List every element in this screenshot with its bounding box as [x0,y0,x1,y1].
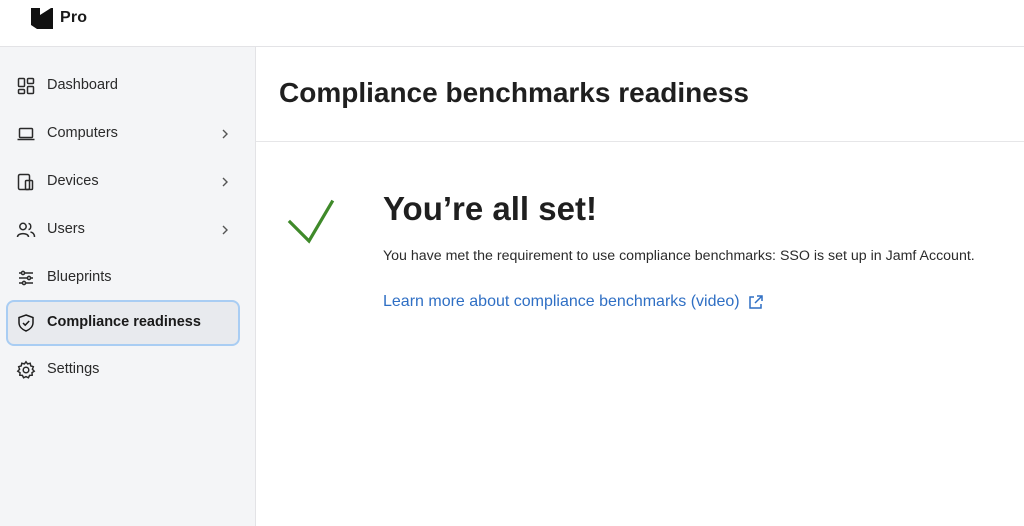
sidebar-item-label: Dashboard [47,77,118,93]
product-name: Pro [60,9,88,26]
users-icon [16,222,36,238]
sidebar-item-label: Settings [47,361,100,377]
sidebar-item-label: Users [47,221,85,237]
learn-more-link[interactable]: Learn more about compliance benchmarks (… [383,293,764,311]
sidebar-item-users[interactable]: Users [6,207,240,253]
chevron-right-icon [222,177,228,187]
laptop-icon [17,127,35,141]
chevron-right-icon [222,225,228,235]
chevron-right-icon [222,129,228,139]
dashboard-icon [17,77,35,95]
success-heading: You’re all set! [383,190,597,227]
page-title: Compliance benchmarks readiness [279,77,749,108]
sidebar-item-label: Compliance readiness [47,314,201,330]
learn-more-link-label: Learn more about compliance benchmarks (… [383,293,740,310]
devices-icon [17,173,34,191]
sidebar-item-dashboard[interactable]: Dashboard [6,63,240,109]
sidebar-item-compliance-readiness[interactable]: Compliance readiness [6,300,240,346]
sidebar-item-label: Blueprints [47,269,112,285]
success-message: You have met the requirement to use comp… [383,248,975,264]
sidebar-item-settings[interactable]: Settings [6,347,240,393]
shield-check-icon [18,314,34,332]
page-header: Compliance benchmarks readiness [256,47,1024,142]
external-link-icon [748,294,763,309]
gear-icon [16,360,36,379]
sidebar-item-blueprints[interactable]: Blueprints [6,255,240,301]
checkmark-icon [287,199,335,244]
sliders-icon [19,270,33,286]
sidebar-item-label: Computers [47,125,118,141]
sidebar-item-label: Devices [47,173,99,189]
sidebar-item-computers[interactable]: Computers [6,111,240,157]
sidebar-item-devices[interactable]: Devices [6,159,240,205]
sidebar: Dashboard Computers Devices Users Bluepr… [0,47,256,526]
top-bar: Pro [0,0,1024,47]
jamf-logo-icon[interactable] [31,8,53,29]
